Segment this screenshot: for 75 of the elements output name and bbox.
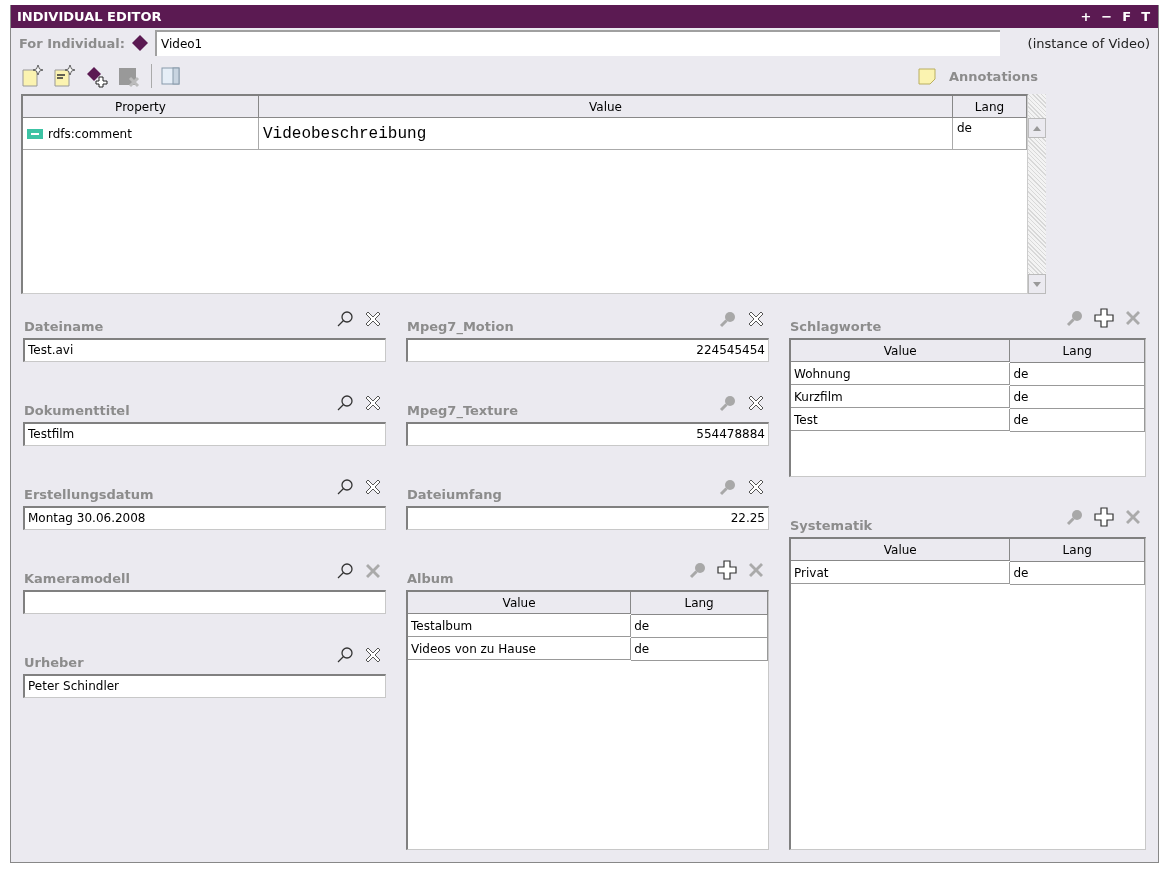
property-label: Erstellungsdatum — [23, 487, 154, 502]
table-cell: Test — [791, 409, 1011, 431]
diamond-icon — [131, 34, 149, 52]
table-cell: de — [1010, 409, 1145, 432]
search-icon[interactable] — [336, 562, 354, 580]
title-bar-button[interactable]: T — [1141, 9, 1150, 24]
table-cell: de — [1010, 562, 1145, 585]
annotations-label: Annotations — [948, 68, 1038, 84]
table-cell: Testalbum — [408, 615, 632, 637]
table-cell: Privat — [791, 562, 1011, 584]
delete-icon[interactable] — [747, 478, 765, 496]
window-title: INDIVIDUAL EDITOR — [17, 9, 162, 24]
table-cell: Videobeschreibung — [259, 118, 953, 150]
delete-icon[interactable] — [364, 646, 382, 664]
property-label: Kameramodell — [23, 571, 130, 586]
delete-icon[interactable] — [747, 310, 765, 328]
column-header[interactable]: Value — [408, 592, 632, 614]
add-icon[interactable] — [717, 560, 737, 580]
table-cell: de — [631, 638, 768, 661]
scrollbar[interactable] — [1028, 94, 1046, 294]
title-bar-button[interactable]: F — [1122, 9, 1132, 24]
property-label: Dokumenttitel — [23, 403, 130, 418]
individual-name-field[interactable]: Video1 — [155, 30, 1000, 56]
add-icon[interactable] — [1094, 308, 1114, 328]
text-field[interactable]: Testfilm — [23, 422, 386, 446]
delete-icon[interactable] — [747, 394, 765, 412]
scroll-down-icon[interactable] — [1033, 281, 1041, 287]
add-icon[interactable] — [1094, 507, 1114, 527]
property-label: Dateiname — [23, 319, 104, 334]
column-header[interactable]: Value — [791, 340, 1011, 362]
column-header[interactable]: Lang — [1010, 340, 1145, 363]
table-cell: Kurzfilm — [791, 386, 1011, 408]
table-cell: de — [631, 615, 768, 638]
property-label: Urheber — [23, 655, 84, 670]
table-cell: rdfs:comment — [23, 118, 259, 150]
search-icon[interactable] — [336, 310, 354, 328]
property-label: Dateiumfang — [406, 487, 502, 502]
add-individual-icon[interactable] — [85, 64, 109, 88]
text-field[interactable]: 224545454 — [406, 338, 769, 362]
delete-icon[interactable] — [364, 394, 382, 412]
table-cell: de — [1010, 386, 1145, 409]
property-icon — [27, 128, 43, 139]
table-cell: de — [1010, 363, 1145, 386]
text-field[interactable]: Test.avi — [23, 338, 386, 362]
table-cell: Wohnung — [791, 363, 1011, 385]
search-icon[interactable] — [336, 478, 354, 496]
column-header[interactable]: Value — [259, 96, 953, 118]
column-header[interactable]: Value — [791, 539, 1011, 561]
text-field[interactable] — [23, 590, 386, 614]
property-label: Schlagworte — [789, 319, 882, 334]
individual-label: For Individual: — [19, 35, 125, 51]
column-header[interactable]: Lang — [1010, 539, 1145, 562]
title-bar-button[interactable]: + — [1080, 9, 1092, 24]
property-label: Systematik — [789, 518, 873, 533]
table-cell: Videos von zu Hause — [408, 638, 632, 660]
search-icon[interactable] — [336, 394, 354, 412]
text-field[interactable]: 22.25 — [406, 506, 769, 530]
table-cell: de — [953, 118, 1027, 150]
property-label: Album — [406, 571, 454, 586]
scroll-up-icon[interactable] — [1033, 125, 1041, 131]
property-label: Mpeg7_Texture — [406, 403, 518, 418]
text-field[interactable]: Peter Schindler — [23, 674, 386, 698]
instance-of-label: (instance of Video) — [1027, 35, 1150, 51]
text-field[interactable]: 554478884 — [406, 422, 769, 446]
delete-icon[interactable] — [364, 310, 382, 328]
delete-icon[interactable] — [364, 478, 382, 496]
column-header[interactable]: Lang — [631, 592, 768, 615]
text-field[interactable]: Montag 30.06.2008 — [23, 506, 386, 530]
property-label: Mpeg7_Motion — [406, 319, 514, 334]
new-document-note-icon[interactable] — [53, 64, 77, 88]
column-header[interactable]: Lang — [953, 96, 1027, 118]
title-bar-button[interactable]: − — [1101, 9, 1113, 24]
search-icon[interactable] — [336, 646, 354, 664]
column-header[interactable]: Property — [23, 96, 259, 118]
new-note-icon[interactable] — [21, 64, 45, 88]
